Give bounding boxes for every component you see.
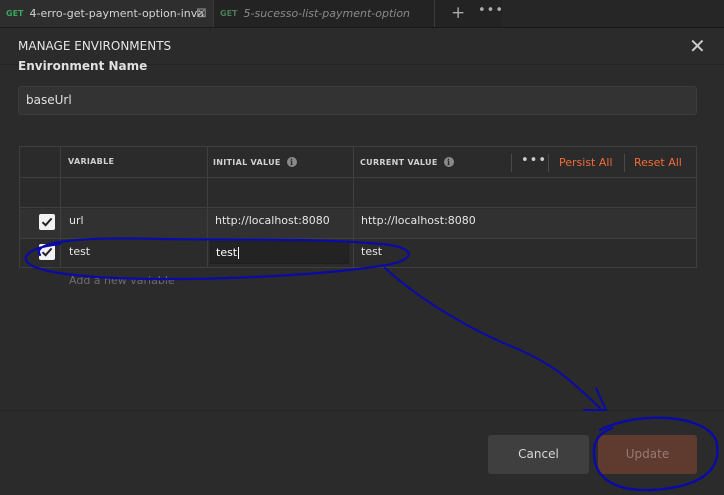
update-button[interactable]: Update	[598, 435, 697, 474]
variable-name[interactable]: test	[69, 245, 90, 258]
tab-label: 4-erro-get-payment-option-inva	[29, 7, 205, 20]
current-value[interactable]: http://localhost:8080	[361, 214, 476, 227]
variable-name[interactable]: url	[69, 214, 84, 227]
tab-bar-empty	[502, 0, 724, 27]
request-tab-2[interactable]: GET 5-sucesso-list-payment-option	[214, 0, 434, 27]
modal-title: MANAGE ENVIRONMENTS	[18, 39, 172, 53]
tab-label: 5-sucesso-list-payment-option	[243, 7, 411, 20]
checkmark-icon	[41, 247, 53, 257]
footer-divider	[0, 410, 724, 411]
reset-all-button[interactable]: Reset All	[634, 156, 682, 169]
header-label: INITIAL VALUE	[213, 157, 281, 167]
environment-name-label: Environment Name	[18, 59, 148, 73]
method-badge: GET	[220, 9, 238, 18]
close-tab-icon[interactable]: ⊠	[196, 6, 207, 21]
cancel-button[interactable]: Cancel	[488, 435, 589, 474]
more-options-icon[interactable]: •••	[521, 153, 547, 168]
header-divider	[511, 154, 512, 172]
method-badge: GET	[6, 9, 24, 18]
column-header-initial-value: INITIAL VALUE i	[213, 157, 297, 167]
tab-bar: GET 4-erro-get-payment-option-inva ⊠ GET…	[0, 0, 724, 28]
persist-all-button[interactable]: Persist All	[559, 156, 613, 169]
tab-divider	[434, 0, 435, 27]
initial-value-input[interactable]: test	[210, 241, 349, 264]
header-label: VARIABLE	[68, 157, 115, 166]
row-checkbox[interactable]	[39, 214, 55, 230]
row-divider	[19, 177, 697, 178]
info-icon[interactable]: i	[286, 157, 297, 167]
environment-name-input[interactable]: baseUrl	[18, 86, 697, 115]
row-divider	[19, 207, 697, 208]
current-value[interactable]: test	[361, 245, 382, 258]
info-icon[interactable]: i	[443, 157, 454, 167]
header-divider	[548, 154, 549, 172]
column-header-current-value: CURRENT VALUE i	[360, 157, 454, 167]
more-tabs-icon[interactable]: •••	[478, 3, 504, 18]
header-label: CURRENT VALUE	[360, 157, 438, 167]
initial-value-text: test	[216, 246, 238, 259]
checkmark-icon	[41, 217, 53, 227]
new-tab-icon[interactable]: +	[451, 3, 465, 23]
header-divider	[624, 154, 625, 172]
initial-value[interactable]: http://localhost:8080	[215, 214, 330, 227]
close-icon[interactable]: ✕	[689, 34, 706, 58]
column-header-variable: VARIABLE	[68, 157, 114, 166]
request-tab-1[interactable]: GET 4-erro-get-payment-option-inva ⊠	[0, 0, 213, 27]
row-checkbox[interactable]	[39, 244, 55, 260]
new-variable-input[interactable]: Add a new variable	[69, 274, 175, 287]
text-caret	[238, 247, 240, 259]
row-divider	[19, 238, 697, 239]
